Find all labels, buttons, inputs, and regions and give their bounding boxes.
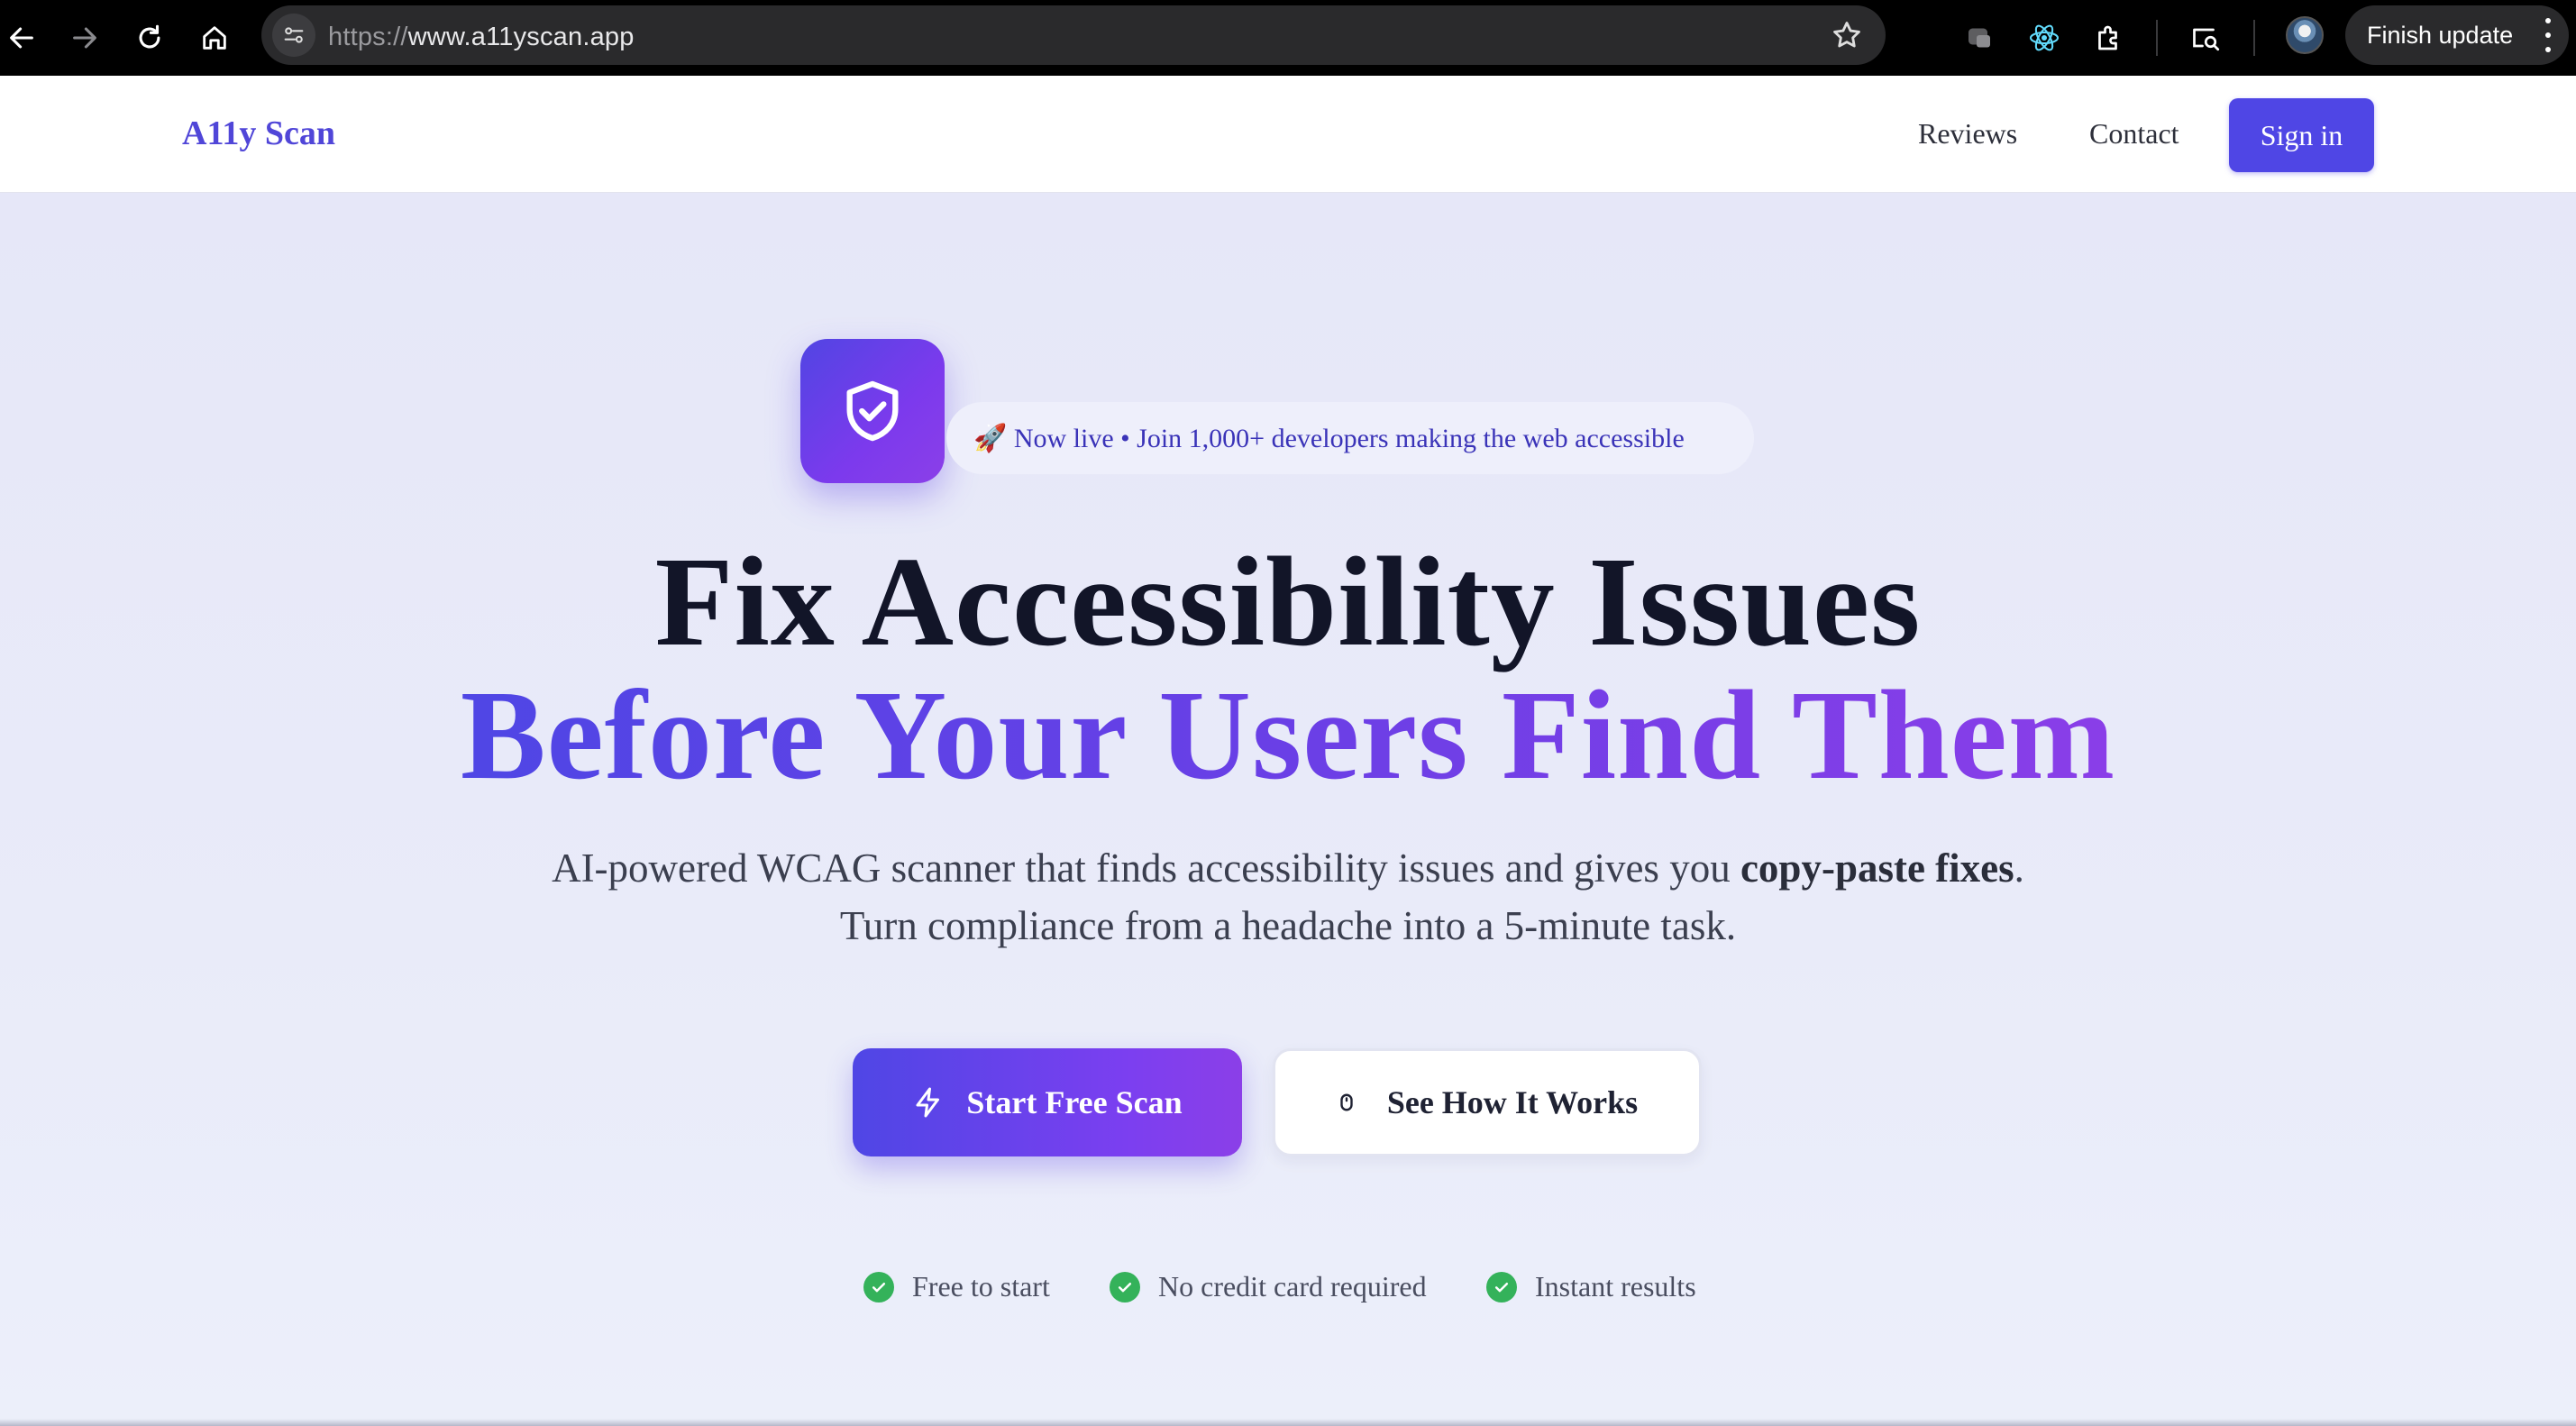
hero-subtitle-line1: AI-powered WCAG scanner that finds acces…: [0, 845, 2576, 891]
perk-free-to-start: Free to start: [863, 1270, 1050, 1303]
perk-instant-results: Instant results: [1486, 1270, 1696, 1303]
site-settings-icon: [284, 27, 304, 43]
extensions-menu-button[interactable]: [2087, 16, 2131, 59]
perk-label: No credit card required: [1158, 1270, 1427, 1303]
lens-search-button[interactable]: [2185, 16, 2228, 59]
now-live-badge: 🚀 Now live • Join 1,000+ developers maki…: [946, 402, 1754, 474]
back-icon: [10, 27, 33, 49]
see-how-it-works-label: See How It Works: [1386, 1084, 1639, 1120]
mouse-scroll-icon: [1340, 1093, 1353, 1111]
nav-reviews-link[interactable]: Reviews: [1918, 117, 2017, 151]
browser-toolbar: https://www.a11yscan.app Finish update: [0, 0, 2576, 76]
sign-in-button[interactable]: Sign in: [2229, 98, 2374, 172]
url-scheme: https://: [328, 23, 408, 51]
see-how-it-works-button[interactable]: See How It Works: [1273, 1048, 1702, 1156]
home-icon: [203, 26, 226, 50]
subtitle-bold-text: copy-paste fixes: [1740, 846, 2014, 891]
check-circle-icon: [1486, 1271, 1517, 1303]
profile-avatar[interactable]: [2286, 16, 2324, 54]
reload-button[interactable]: [128, 16, 171, 59]
address-bar[interactable]: https://www.a11yscan.app: [261, 5, 1886, 65]
subtitle-period: .: [2014, 846, 2024, 891]
bookmark-star-icon[interactable]: [1830, 18, 1864, 52]
react-devtools-icon: [2029, 24, 2060, 51]
perk-no-credit-card: No credit card required: [1110, 1270, 1427, 1303]
hero-headline-gradient-text: Before Your Users Find Them: [460, 663, 2116, 806]
extension-button[interactable]: [1958, 16, 2001, 59]
lightning-icon: [916, 1087, 940, 1118]
hero-subtitle-line2: Turn compliance from a headache into a 5…: [839, 903, 1737, 948]
section-divider: [0, 1419, 2576, 1426]
puzzle-extensions-icon: [2098, 25, 2117, 50]
extension-icon: [1969, 28, 1990, 48]
lens-search-icon: [2193, 28, 2220, 51]
shield-check-icon: [846, 380, 899, 442]
url-text[interactable]: https://www.a11yscan.app: [328, 23, 635, 52]
check-circle-icon: [863, 1271, 894, 1303]
forward-icon: [73, 27, 96, 49]
hero-section: 🚀 Now live • Join 1,000+ developers maki…: [0, 193, 2576, 1426]
shield-logo-tile: [800, 339, 945, 483]
reload-icon: [139, 24, 160, 49]
toolbar-separator: [2253, 20, 2255, 56]
back-button[interactable]: [0, 16, 43, 59]
more-vert-icon[interactable]: [2544, 18, 2553, 52]
toolbar-separator: [2156, 20, 2158, 56]
finish-update-button[interactable]: Finish update: [2345, 5, 2569, 65]
nav-contact-link[interactable]: Contact: [2089, 117, 2179, 151]
home-button[interactable]: [193, 16, 236, 59]
start-free-scan-button[interactable]: Start Free Scan: [853, 1048, 1242, 1156]
perk-label: Instant results: [1535, 1270, 1696, 1303]
start-free-scan-label: Start Free Scan: [966, 1084, 1183, 1120]
perk-label: Free to start: [912, 1270, 1050, 1303]
site-header: A11y Scan Reviews Contact Sign in: [0, 76, 2576, 193]
hero-headline-line2: Before Your Users Find Them: [0, 671, 2576, 799]
hero-headline-line1: Fix Accessibility Issues: [654, 530, 1922, 672]
forward-button[interactable]: [63, 16, 106, 59]
finish-update-label: Finish update: [2367, 21, 2514, 49]
react-devtools-button[interactable]: [2023, 16, 2066, 59]
url-host: www.a11yscan.app: [407, 23, 635, 51]
check-circle-icon: [1110, 1271, 1140, 1303]
site-logo[interactable]: A11y Scan: [182, 114, 335, 153]
site-settings-button[interactable]: [272, 14, 315, 57]
subtitle-text: AI-powered WCAG scanner that finds acces…: [552, 846, 1740, 891]
